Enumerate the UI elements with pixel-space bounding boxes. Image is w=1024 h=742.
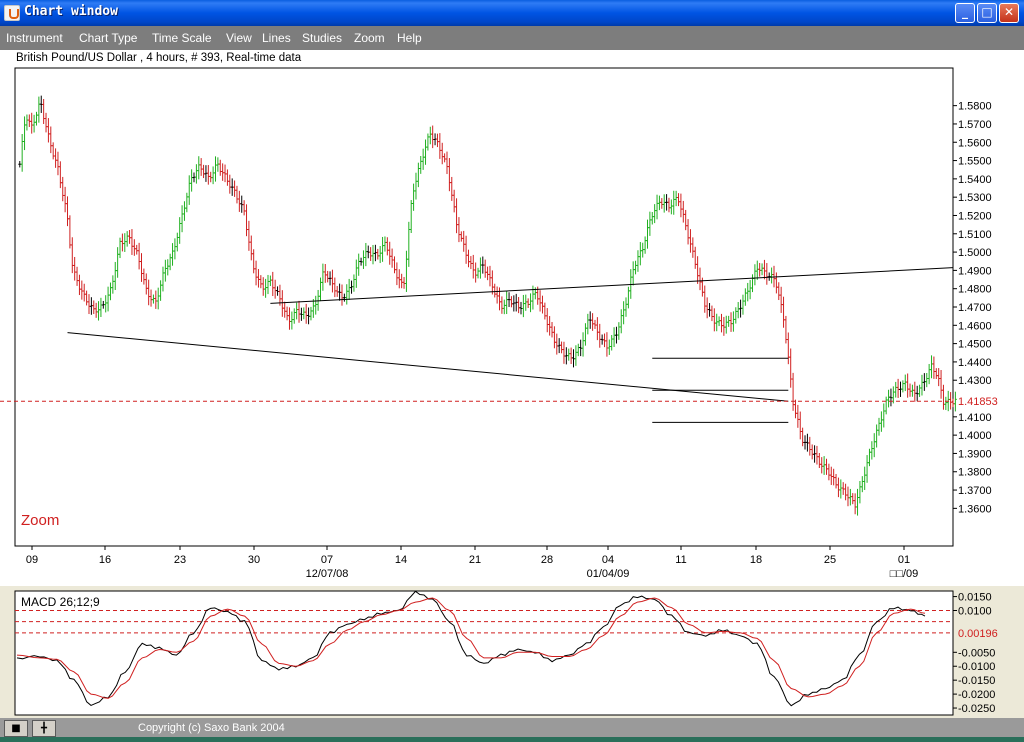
- price-y-tick-label: 1.4600: [958, 320, 992, 332]
- price-y-tick-label: 1.4300: [958, 375, 992, 387]
- price-y-tick-label: 1.3600: [958, 503, 992, 515]
- price-y-tick-label: 1.5400: [958, 174, 992, 186]
- macd-chart[interactable]: 0.0150 0.0100 -0.0050 -0.0100 -0.0150 -0.0200…: [0, 586, 1024, 718]
- pin-icon[interactable]: ■: [4, 720, 28, 737]
- price-x-tick-label: 18: [750, 554, 762, 566]
- macd-y-tick-label: -0.0150: [958, 675, 995, 687]
- menu-lines[interactable]: Lines: [262, 31, 291, 45]
- price-y-tick-label: 1.5800: [958, 101, 992, 113]
- price-trendline: [270, 267, 954, 304]
- price-y-tick-label: 1.3900: [958, 448, 992, 460]
- price-trendline: [67, 332, 789, 402]
- price-x-tick-label: 21: [469, 554, 481, 566]
- price-y-tick-label: 1.5100: [958, 229, 992, 241]
- price-x-tick-label: 25: [824, 554, 836, 566]
- price-y-tick-label: 1.4000: [958, 430, 992, 442]
- price-x-major-label: □□/09: [890, 568, 919, 580]
- price-y-tick-label: 1.5200: [958, 210, 992, 222]
- macd-y-tick-label: 0.0100: [958, 606, 992, 618]
- price-x-tick-label: 04: [602, 554, 614, 566]
- price-y-tick-label: 1.5600: [958, 137, 992, 149]
- price-x-major-label: 12/07/08: [306, 568, 349, 580]
- macd-y-tick-label: 0.0150: [958, 592, 992, 604]
- menu-help[interactable]: Help: [397, 31, 422, 45]
- price-x-tick-label: 09: [26, 554, 38, 566]
- macd-current-label: 0.00196: [958, 628, 998, 640]
- price-x-tick-label: 11: [675, 554, 686, 566]
- status-bar: ■ ╋ Copyright (c) Saxo Bank 2004: [0, 718, 1024, 742]
- menu-zoom[interactable]: Zoom: [354, 31, 385, 45]
- menu-view[interactable]: View: [226, 31, 252, 45]
- menu-studies[interactable]: Studies: [302, 31, 342, 45]
- price-y-tick-label: 1.5700: [958, 119, 992, 131]
- price-y-tick-label: 1.4900: [958, 265, 992, 277]
- macd-y-tick-label: -0.0250: [958, 703, 995, 715]
- close-button[interactable]: ✕: [999, 3, 1019, 23]
- price-x-tick-label: 30: [248, 554, 260, 566]
- java-app-icon: [4, 5, 20, 21]
- price-x-tick-label: 01: [898, 554, 910, 566]
- zoom-button[interactable]: Zoom: [21, 512, 59, 529]
- price-x-major-label: 01/04/09: [587, 568, 630, 580]
- price-y-tick-label: 1.4800: [958, 284, 992, 296]
- current-price-label: 1.41853: [958, 396, 998, 408]
- price-y-tick-label: 1.5000: [958, 247, 992, 259]
- macd-y-tick-label: -0.0200: [958, 689, 995, 701]
- copyright-text: Copyright (c) Saxo Bank 2004: [138, 722, 285, 734]
- price-y-tick-label: 1.4100: [958, 412, 992, 424]
- chart-header: British Pound/US Dollar , 4 hours, # 393…: [16, 52, 302, 64]
- menu-bar: Instrument Chart Type Time Scale View Li…: [0, 26, 1024, 50]
- price-y-tick-label: 1.4700: [958, 302, 992, 314]
- price-y-tick-label: 1.4400: [958, 357, 992, 369]
- price-y-tick-label: 1.5500: [958, 156, 992, 168]
- crosshair-icon[interactable]: ╋: [32, 720, 56, 737]
- menu-chart-type[interactable]: Chart Type: [79, 31, 137, 45]
- macd-y-tick-label: -0.0050: [958, 647, 995, 659]
- price-chart[interactable]: 1.5800 1.5700 1.5600 1.5500 1.5400 1.5300 1.52…: [0, 50, 1024, 586]
- price-x-tick-label: 23: [174, 554, 186, 566]
- window-title: Chart window: [24, 4, 118, 19]
- price-x-tick-label: 07: [321, 554, 333, 566]
- price-y-tick-label: 1.5300: [958, 192, 992, 204]
- menu-time-scale[interactable]: Time Scale: [152, 31, 212, 45]
- title-bar[interactable]: Chart window _ □ ✕: [0, 0, 1024, 26]
- chart-window: Chart window _ □ ✕ Instrument Chart Type…: [0, 0, 1024, 742]
- macd-title: MACD 26;12;9: [21, 595, 100, 609]
- price-x-tick-label: 14: [395, 554, 407, 566]
- price-y-tick-label: 1.3800: [958, 467, 992, 479]
- menu-instrument[interactable]: Instrument: [6, 31, 63, 45]
- price-x-tick-label: 16: [99, 554, 111, 566]
- minimize-button[interactable]: _: [955, 3, 975, 23]
- price-y-tick-label: 1.3700: [958, 485, 992, 497]
- status-strip: [0, 737, 1024, 742]
- maximize-button[interactable]: □: [977, 3, 997, 23]
- price-x-tick-label: 28: [541, 554, 553, 566]
- price-y-tick-label: 1.4500: [958, 339, 992, 351]
- macd-y-tick-label: -0.0100: [958, 661, 995, 673]
